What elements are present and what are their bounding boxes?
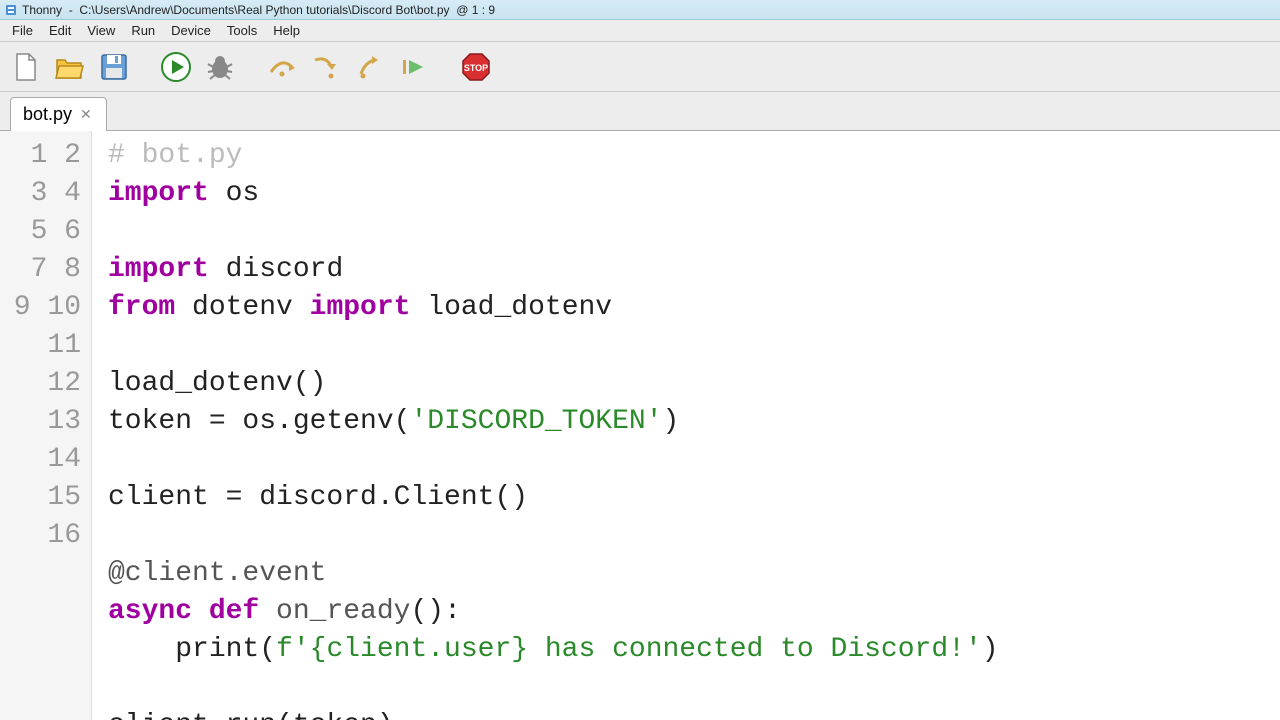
toolbar: STOP (0, 42, 1280, 92)
tab-label: bot.py (23, 104, 72, 125)
step-into-button[interactable] (308, 49, 344, 85)
menu-device[interactable]: Device (163, 21, 219, 40)
tab-botpy[interactable]: bot.py ✕ (10, 97, 107, 131)
menu-view[interactable]: View (79, 21, 123, 40)
resume-button[interactable] (396, 49, 432, 85)
step-over-button[interactable] (264, 49, 300, 85)
editor[interactable]: 1 2 3 4 5 6 7 8 9 10 11 12 13 14 15 16 #… (0, 130, 1280, 720)
title-text: Thonny - C:\Users\Andrew\Documents\Real … (22, 3, 495, 17)
stop-button[interactable]: STOP (458, 49, 494, 85)
menu-run[interactable]: Run (123, 21, 163, 40)
new-file-button[interactable] (8, 49, 44, 85)
save-file-button[interactable] (96, 49, 132, 85)
menu-help[interactable]: Help (265, 21, 308, 40)
run-button[interactable] (158, 49, 194, 85)
app-icon (4, 3, 18, 17)
svg-text:STOP: STOP (464, 63, 488, 73)
open-file-button[interactable] (52, 49, 88, 85)
debug-button[interactable] (202, 49, 238, 85)
menu-tools[interactable]: Tools (219, 21, 265, 40)
menu-edit[interactable]: Edit (41, 21, 79, 40)
code-area[interactable]: # bot.py import os import discord from d… (92, 131, 999, 720)
titlebar: Thonny - C:\Users\Andrew\Documents\Real … (0, 0, 1280, 20)
close-icon[interactable]: ✕ (78, 106, 94, 123)
menubar: FileEditViewRunDeviceToolsHelp (0, 20, 1280, 42)
line-gutter: 1 2 3 4 5 6 7 8 9 10 11 12 13 14 15 16 (0, 131, 92, 720)
menu-file[interactable]: File (4, 21, 41, 40)
step-out-button[interactable] (352, 49, 388, 85)
tab-row: bot.py ✕ (0, 92, 1280, 130)
